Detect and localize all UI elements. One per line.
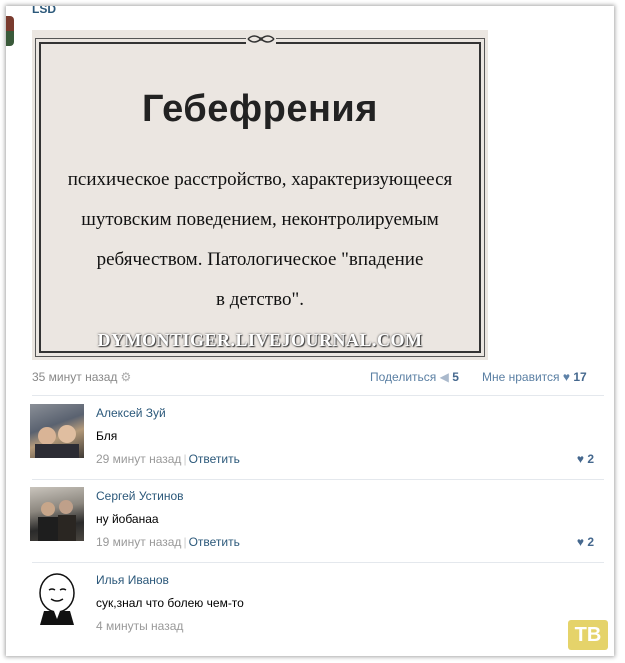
post-meta: 35 минут назад ⚙ Поделиться ◀ 5 Мне нрави…	[32, 370, 596, 388]
comment-meta: 29 минут назад | Ответить	[96, 452, 240, 466]
comment-like-count: 2	[587, 452, 594, 466]
comment-item: Алексей Зуй Бля 29 минут назад | Ответить …	[30, 404, 604, 479]
divider	[32, 395, 604, 396]
image-definition: психическое расстройство, характеризующе…	[52, 160, 468, 320]
image-watermark: DYMONTIGER.LIVEJOURNAL.COM	[97, 330, 423, 350]
comment-item: Сергей Устинов ну йобанаа 19 минут назад…	[30, 487, 604, 562]
definition-line: в детство".	[216, 289, 304, 310]
comment-like-count: 2	[587, 535, 594, 549]
heart-icon: ♥	[576, 452, 584, 466]
comment-meta: 4 минуты назад	[96, 619, 183, 633]
share-label: Поделиться	[370, 370, 437, 384]
comment-time[interactable]: 19 минут назад	[96, 535, 181, 549]
reply-link[interactable]: Ответить	[189, 535, 240, 549]
avatar[interactable]	[30, 404, 84, 458]
post-author[interactable]: LSD	[32, 6, 56, 16]
definition-line: психическое расстройство, характеризующе…	[67, 169, 453, 190]
definition-line: ребячеством. Патологическое "впадение	[96, 249, 424, 270]
comment-meta: 19 минут назад | Ответить	[96, 535, 240, 549]
comment-text: ну йобанаа	[96, 512, 159, 526]
comment-author[interactable]: Сергей Устинов	[96, 489, 184, 503]
post-time-wrap: 35 минут назад ⚙	[32, 370, 131, 384]
comment-text: Бля	[96, 429, 118, 443]
comment-author[interactable]: Алексей Зуй	[96, 406, 166, 420]
comment-text: сук,знал что болею чем-то	[96, 596, 244, 610]
author-avatar[interactable]	[6, 16, 14, 46]
comment-item: Илья Иванов сук,знал что болею чем-то 4 …	[30, 571, 604, 646]
gear-icon[interactable]: ⚙	[120, 370, 131, 384]
like-button[interactable]: Мне нравится ♥ 17	[482, 370, 587, 384]
divider	[32, 562, 604, 563]
divider	[32, 479, 604, 480]
image-term: Гебефрения	[142, 88, 378, 130]
comment-time[interactable]: 29 минут назад	[96, 452, 181, 466]
reply-link[interactable]: Ответить	[189, 452, 240, 466]
site-badge: ТВ	[568, 620, 608, 650]
comment-author[interactable]: Илья Иванов	[96, 573, 169, 587]
heart-icon: ♥	[576, 535, 584, 549]
definition-line: шутовским поведением, неконтролируемым	[81, 209, 439, 230]
post-time[interactable]: 35 минут назад	[32, 370, 117, 384]
share-count: 5	[452, 370, 459, 384]
avatar[interactable]	[30, 487, 84, 541]
comment-like-button[interactable]: ♥ 2	[577, 452, 594, 466]
like-label: Мне нравится	[482, 370, 560, 384]
post-image[interactable]: Гебефрения психическое расстройство, хар…	[32, 30, 488, 360]
comment-time[interactable]: 4 минуты назад	[96, 619, 183, 633]
megaphone-icon: ◀	[439, 370, 449, 384]
post-container: LSD Гебефрения психическое расстройство,…	[6, 6, 614, 656]
heart-icon: ♥	[562, 370, 571, 384]
share-button[interactable]: Поделиться ◀ 5	[370, 370, 459, 384]
like-count: 17	[573, 370, 587, 384]
ornament-icon	[246, 32, 276, 46]
comment-like-button[interactable]: ♥ 2	[577, 535, 594, 549]
avatar[interactable]	[30, 571, 84, 625]
